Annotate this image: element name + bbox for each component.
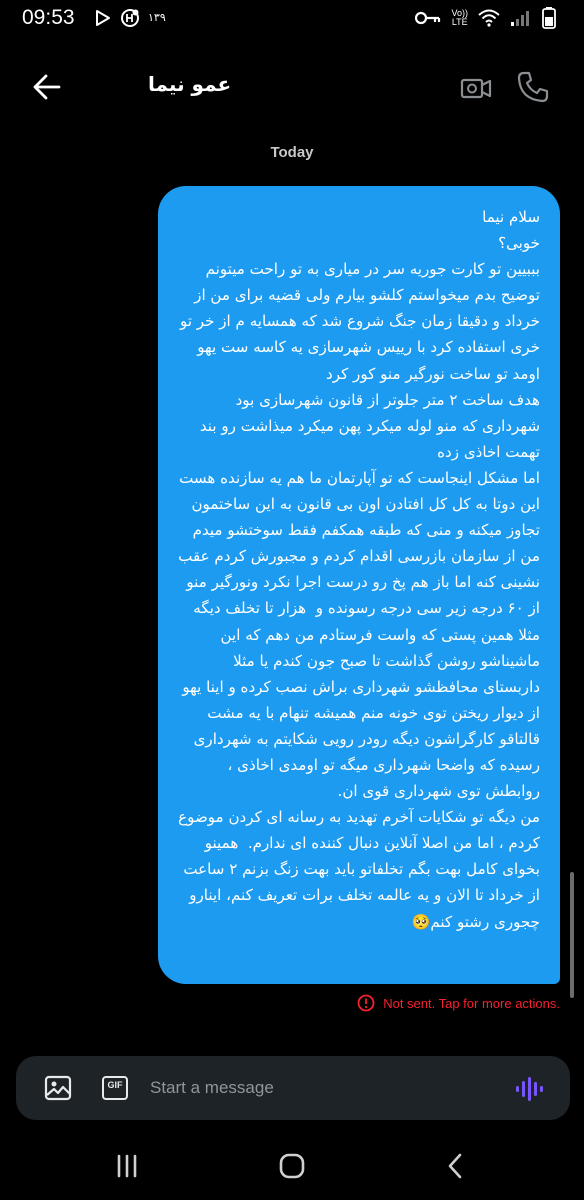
status-right-icons: Vo)) LTE — [415, 7, 556, 29]
status-bar: 09:53 ۱۳ ۹ Vo)) LTE — [0, 0, 584, 38]
day-separator: Today — [270, 144, 314, 161]
notification-icon — [120, 8, 140, 28]
calendar-badge-bottom: ۹ — [159, 11, 166, 24]
conversation-header: عمو نیما — [0, 56, 584, 118]
home-button[interactable] — [279, 1153, 305, 1179]
voice-wave-icon — [516, 1077, 543, 1101]
play-icon — [94, 9, 112, 27]
system-back-button[interactable] — [446, 1152, 464, 1180]
message-text: سلام نیما خوبی؟ بببیین تو کارت جوریه سر … — [178, 208, 540, 931]
add-image-button[interactable] — [44, 1074, 72, 1102]
phone-call-button[interactable] — [516, 70, 550, 104]
message-composer: GIF — [16, 1056, 570, 1120]
wifi-icon — [478, 9, 500, 27]
video-call-icon — [460, 78, 492, 99]
key-icon — [415, 10, 441, 26]
home-icon — [279, 1153, 305, 1179]
recent-apps-icon — [117, 1154, 137, 1178]
video-call-button[interactable] — [460, 72, 492, 104]
image-icon — [44, 1075, 72, 1101]
status-left-icons: ۱۳ ۹ — [94, 8, 166, 28]
gif-button[interactable]: GIF — [102, 1076, 128, 1100]
system-nav-bar — [0, 1132, 584, 1200]
not-sent-text: Not sent. Tap for more actions. — [383, 995, 560, 1011]
volte-icon: Vo)) LTE — [451, 9, 468, 27]
calendar-badge-icon: ۱۳ ۹ — [148, 11, 166, 24]
recent-apps-button[interactable] — [116, 1154, 138, 1178]
error-icon — [357, 994, 375, 1012]
scrollbar[interactable] — [570, 872, 574, 998]
back-button[interactable] — [32, 72, 62, 102]
message-bubble[interactable]: سلام نیما خوبی؟ بببیین تو کارت جوریه سر … — [158, 186, 560, 984]
voice-message-button[interactable] — [514, 1074, 544, 1104]
contact-name[interactable]: عمو نیما — [148, 72, 231, 96]
not-sent-status[interactable]: Not sent. Tap for more actions. — [357, 994, 560, 1012]
gif-label: GIF — [107, 1080, 123, 1090]
status-time: 09:53 — [22, 6, 75, 29]
signal-icon — [510, 9, 532, 27]
phone-icon — [517, 71, 549, 103]
calendar-badge-top: ۱۳ — [148, 11, 160, 24]
back-icon — [448, 1153, 462, 1179]
battery-icon — [542, 7, 556, 29]
volte-label-bottom: LTE — [451, 17, 468, 27]
message-input[interactable] — [150, 1073, 490, 1103]
back-arrow-icon — [33, 74, 61, 100]
